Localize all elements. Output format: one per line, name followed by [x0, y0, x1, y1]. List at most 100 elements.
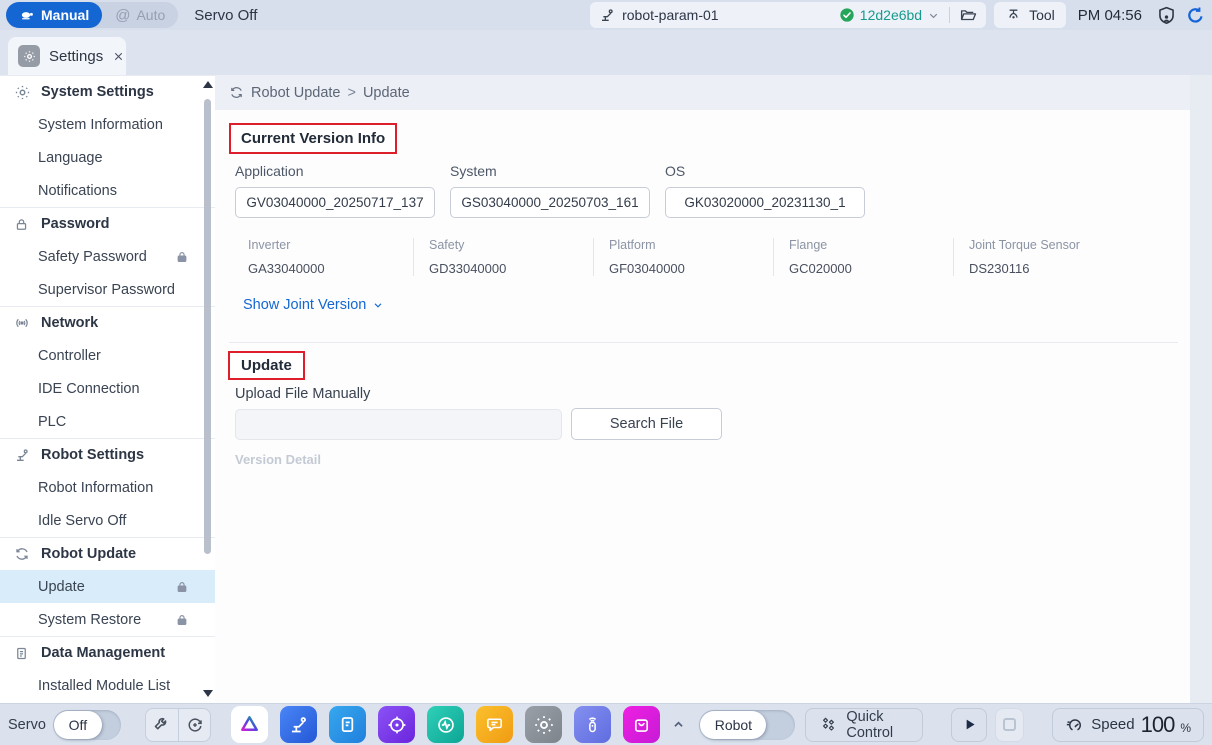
- speed-control[interactable]: Speed 100 %: [1052, 708, 1204, 742]
- check-circle-icon: [839, 7, 855, 23]
- sidebar-scrollbar[interactable]: [202, 77, 212, 701]
- sidebar-item-notifications[interactable]: Notifications: [0, 174, 215, 207]
- bottom-bar: Servo Off Robot Quick Contr: [0, 703, 1212, 745]
- field-value: GA33040000: [248, 261, 413, 276]
- close-icon[interactable]: [112, 50, 125, 63]
- quick-control-button[interactable]: Quick Control: [805, 708, 922, 742]
- robot-app-icon[interactable]: [280, 706, 317, 743]
- scroll-down-arrow[interactable]: [203, 690, 213, 697]
- field-label: Safety: [429, 238, 593, 252]
- upload-row: Search File: [235, 408, 722, 440]
- sidebar-item-robot-update[interactable]: Robot Update: [0, 537, 215, 570]
- lock-icon: [175, 250, 189, 264]
- message-icon[interactable]: [476, 706, 513, 743]
- sidebar-item-supervisor-password[interactable]: Supervisor Password: [0, 273, 215, 306]
- divider: [949, 7, 950, 23]
- field-label: Platform: [609, 238, 773, 252]
- reset-icon[interactable]: [1185, 5, 1206, 26]
- robot-space-toggle[interactable]: Robot: [699, 710, 795, 740]
- tool-label: Tool: [1029, 7, 1055, 23]
- sidebar-item-system-settings[interactable]: System Settings: [0, 75, 215, 108]
- sidebar-item-password[interactable]: Password: [0, 207, 215, 240]
- sidebar-item-safety-password[interactable]: Safety Password: [0, 240, 215, 273]
- auto-mode-button[interactable]: @ Auto: [102, 2, 178, 28]
- gear-icon: [14, 84, 31, 101]
- maintenance-button-group: [145, 708, 212, 742]
- sidebar-item-idle-servo-off[interactable]: Idle Servo Off: [0, 504, 215, 537]
- chevron-up-icon[interactable]: [670, 716, 687, 733]
- sidebar-item-label: System Settings: [41, 84, 154, 100]
- sidebar-item-robot-settings[interactable]: Robot Settings: [0, 438, 215, 471]
- sidebar-item-label: Data Management: [41, 645, 165, 661]
- version-col-flange: Flange GC020000: [773, 238, 953, 276]
- settings-app-icon[interactable]: [525, 706, 562, 743]
- settings-sidebar: System Settings System Information Langu…: [0, 75, 215, 703]
- manual-mode-button[interactable]: Manual: [6, 2, 102, 28]
- wrench-icon[interactable]: [146, 709, 178, 741]
- recovery-icon[interactable]: [178, 709, 210, 741]
- play-icon: [961, 716, 978, 733]
- robot-toggle-knob[interactable]: Robot: [700, 711, 766, 739]
- robot-arm-icon: [599, 7, 615, 23]
- shield-user-icon[interactable]: [1156, 5, 1177, 26]
- task-document-icon[interactable]: [329, 706, 366, 743]
- breadcrumb: Robot Update > Update: [215, 75, 1190, 110]
- sidebar-item-installed-module-list[interactable]: Installed Module List: [0, 669, 215, 702]
- remote-icon[interactable]: [574, 706, 611, 743]
- scroll-up-arrow[interactable]: [203, 81, 213, 88]
- document-icon: [14, 646, 31, 661]
- speed-label: Speed: [1091, 716, 1134, 733]
- folder-open-icon[interactable]: [959, 6, 977, 24]
- search-file-button[interactable]: Search File: [571, 408, 722, 440]
- gear-icon: [18, 45, 40, 67]
- sidebar-item-data-management[interactable]: Data Management: [0, 636, 215, 669]
- sidebar-item-controller[interactable]: Controller: [0, 339, 215, 372]
- sidebar-item-ide-connection[interactable]: IDE Connection: [0, 372, 215, 405]
- waveform-icon[interactable]: [427, 706, 464, 743]
- sidebar-item-system-restore[interactable]: System Restore: [0, 603, 215, 636]
- tab-settings[interactable]: Settings: [8, 37, 126, 75]
- home-icon[interactable]: [231, 706, 268, 743]
- version-col-joint-torque-sensor: Joint Torque Sensor DS230116: [953, 238, 1133, 276]
- sidebar-item-update[interactable]: Update: [0, 570, 215, 603]
- show-joint-version-link[interactable]: Show Joint Version: [243, 297, 384, 313]
- stop-button[interactable]: [995, 708, 1024, 742]
- sidebar-item-label: Notifications: [38, 183, 117, 199]
- upload-file-manually-label: Upload File Manually: [235, 386, 370, 402]
- tool-button[interactable]: Tool: [994, 2, 1066, 28]
- tool-gripper-icon: [1005, 7, 1022, 24]
- sidebar-item-system-information[interactable]: System Information: [0, 108, 215, 141]
- version-detail-label: Version Detail: [235, 452, 321, 467]
- content-right-gutter: [1190, 75, 1212, 703]
- sidebar-item-robot-information[interactable]: Robot Information: [0, 471, 215, 504]
- breadcrumb-item[interactable]: Robot Update: [251, 85, 340, 101]
- play-button[interactable]: [951, 708, 988, 742]
- jog-pad-icon[interactable]: [378, 706, 415, 743]
- field-label: OS: [665, 163, 865, 179]
- refresh-icon: [14, 546, 31, 562]
- field-value: GC020000: [789, 261, 953, 276]
- version-field-os: OS GK03020000_20231130_1: [665, 163, 865, 218]
- primary-version-fields: Application GV03040000_20250717_137 Syst…: [235, 163, 865, 218]
- servo-toggle-knob[interactable]: Off: [54, 711, 102, 739]
- sidebar-item-plc[interactable]: PLC: [0, 405, 215, 438]
- robot-param-selector[interactable]: robot-param-01 12d2e6bd: [590, 2, 986, 28]
- stop-icon: [1003, 718, 1016, 731]
- field-label: System: [450, 163, 650, 179]
- store-bag-icon[interactable]: [623, 706, 660, 743]
- field-value: GD33040000: [429, 261, 593, 276]
- top-bar: Manual @ Auto Servo Off robot-param-01 1…: [0, 0, 1212, 30]
- upload-file-input[interactable]: [235, 409, 562, 440]
- sidebar-item-network[interactable]: Network: [0, 306, 215, 339]
- servo-toggle[interactable]: Off: [53, 710, 121, 740]
- speed-value: 100: [1141, 712, 1175, 738]
- sidebar-item-language[interactable]: Language: [0, 141, 215, 174]
- sidebar-item-label: Network: [41, 315, 98, 331]
- scrollbar-thumb[interactable]: [204, 99, 211, 554]
- sidebar-item-label: Update: [38, 579, 85, 595]
- mode-switch: Manual @ Auto: [6, 2, 178, 28]
- version-col-safety: Safety GD33040000: [413, 238, 593, 276]
- field-label: Joint Torque Sensor: [969, 238, 1133, 252]
- chevron-down-icon[interactable]: [927, 9, 940, 22]
- sidebar-item-label: System Restore: [38, 612, 141, 628]
